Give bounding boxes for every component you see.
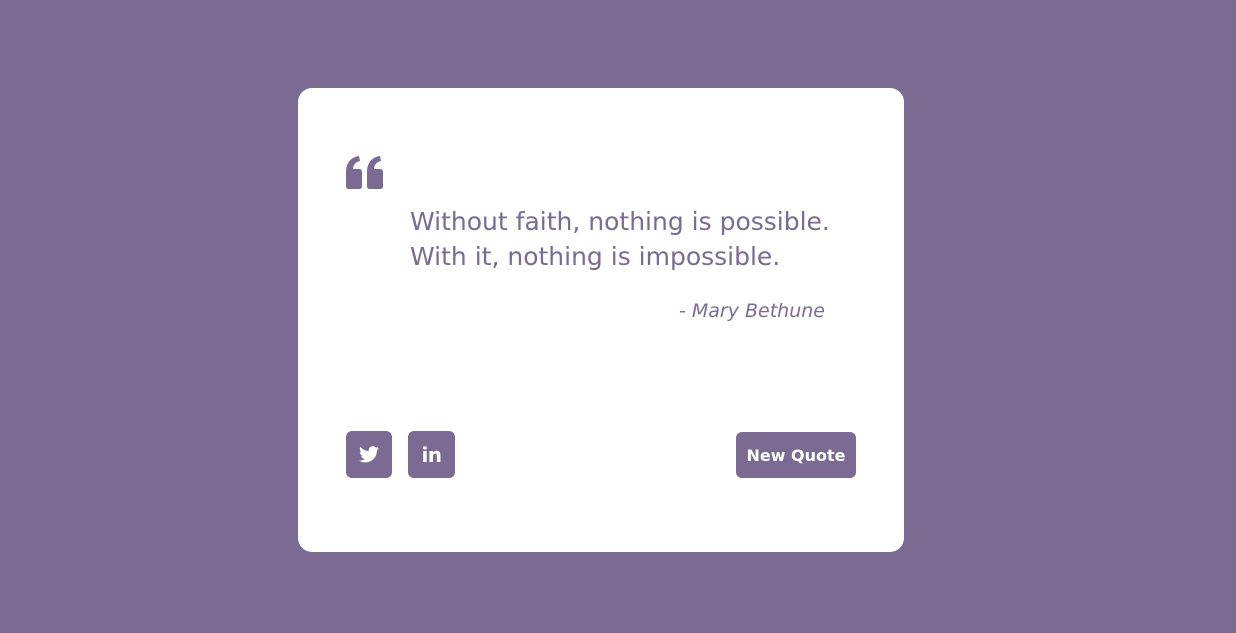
quote-text: Without faith, nothing is possible. With… [410,204,850,274]
linkedin-icon: in [421,442,442,467]
quote-line-1: Without faith, nothing is possible. [410,207,830,236]
new-quote-button[interactable]: New Quote [736,432,856,478]
quote-author: - Mary Bethune [678,300,825,322]
linkedin-share-button[interactable]: in [408,431,455,478]
quote-card: Without faith, nothing is possible. With… [298,88,904,552]
tweet-button[interactable] [346,431,392,478]
twitter-icon [359,446,379,463]
quote-line-2: With it, nothing is impossible. [410,242,781,271]
quote-left-icon [346,156,384,190]
